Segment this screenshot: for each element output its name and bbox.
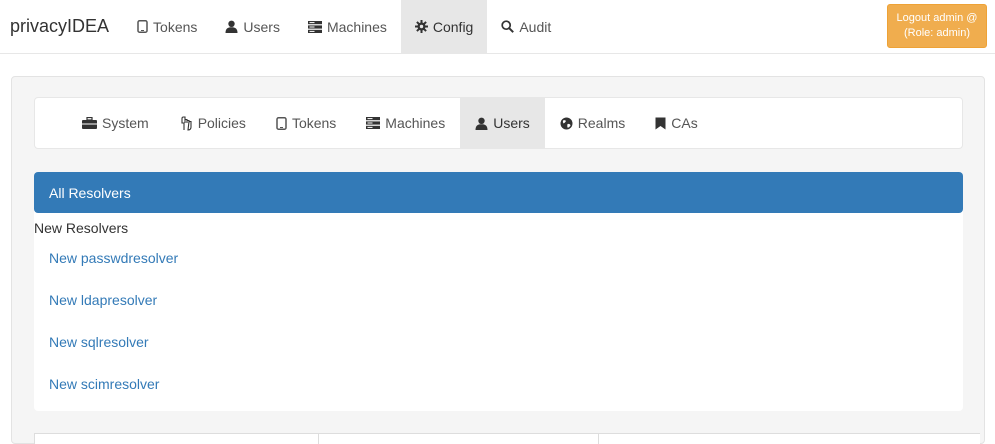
config-tab-machines-label: Machines	[385, 115, 446, 131]
user-icon	[225, 20, 238, 33]
logout-button[interactable]: Logout admin @ (Role: admin)	[887, 4, 987, 48]
config-tab-cas-label: CAs	[671, 115, 698, 131]
nav-audit[interactable]: Audit	[487, 0, 565, 53]
config-tab-system[interactable]: System	[67, 98, 164, 148]
search-icon	[501, 20, 515, 33]
server-icon	[366, 117, 381, 129]
config-tab-policies-label: Policies	[197, 115, 246, 131]
config-tab-users[interactable]: Users	[460, 98, 545, 148]
phone-icon	[276, 116, 287, 130]
hand-icon	[179, 115, 193, 131]
config-subnav: System Policies Tokens Machines Users Re…	[34, 97, 963, 149]
config-tab-users-label: Users	[493, 115, 530, 131]
nav-config-label: Config	[432, 18, 474, 35]
nav-users-label: Users	[243, 18, 280, 35]
resolver-panel: All Resolvers New Resolvers New passwdre…	[34, 172, 963, 411]
gear-icon	[414, 20, 428, 33]
config-tab-cas[interactable]: CAs	[640, 98, 712, 148]
nav-machines[interactable]: Machines	[294, 0, 401, 53]
config-tab-policies[interactable]: Policies	[164, 98, 261, 148]
new-resolvers-heading: New Resolvers	[34, 220, 129, 236]
all-resolvers-label: All Resolvers	[49, 184, 131, 201]
all-resolvers-item[interactable]: All Resolvers	[34, 172, 963, 213]
top-navbar: privacyIDEA Tokens Users Machines Config…	[0, 0, 995, 54]
config-tab-tokens[interactable]: Tokens	[261, 98, 351, 148]
logout-label-role: (Role: admin)	[903, 27, 971, 39]
config-tab-realms[interactable]: Realms	[545, 98, 640, 148]
table-header-cell	[34, 434, 318, 444]
globe-icon	[560, 117, 573, 130]
new-sqlresolver-link[interactable]: New sqlresolver	[34, 321, 963, 363]
table-header-cell	[318, 434, 598, 444]
new-passwdresolver-link[interactable]: New passwdresolver	[34, 237, 963, 279]
nav-users[interactable]: Users	[211, 0, 294, 53]
config-tab-tokens-label: Tokens	[291, 115, 337, 131]
brand-logo[interactable]: privacyIDEA	[0, 0, 123, 53]
config-tab-realms-label: Realms	[577, 115, 626, 131]
nav-tokens-label: Tokens	[153, 18, 198, 35]
new-ldapresolver-link[interactable]: New ldapresolver	[34, 279, 963, 321]
new-scimresolver-link[interactable]: New scimresolver	[34, 363, 963, 405]
logout-label-user: Logout admin @	[896, 12, 978, 24]
briefcase-icon	[82, 117, 97, 129]
table-header-cell	[598, 434, 978, 444]
nav-config[interactable]: Config	[400, 0, 488, 53]
server-icon	[307, 20, 322, 33]
config-tab-machines[interactable]: Machines	[351, 98, 460, 148]
nav-audit-label: Audit	[519, 18, 552, 35]
resolver-table	[34, 433, 980, 444]
phone-icon	[137, 20, 148, 33]
config-tab-system-label: System	[102, 115, 149, 131]
nav-tokens[interactable]: Tokens	[123, 0, 211, 53]
bookmark-icon	[655, 117, 666, 130]
nav-machines-label: Machines	[326, 18, 387, 35]
user-icon	[475, 117, 488, 130]
